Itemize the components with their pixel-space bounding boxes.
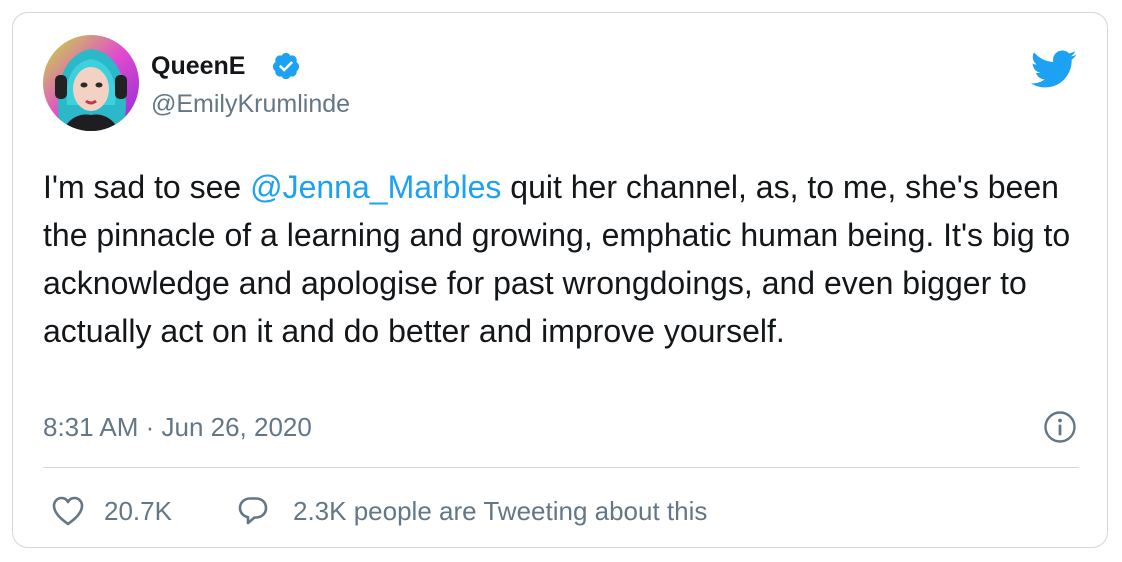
tweet-text-start: I'm sad to see [43, 169, 251, 205]
tweet-card[interactable]: QueenE @EmilyKrumlinde I'm sad to see @J… [12, 12, 1108, 548]
verified-badge-icon [272, 52, 300, 80]
like-count[interactable]: 20.7K [104, 495, 172, 527]
divider [43, 467, 1079, 468]
tweet-timestamp[interactable]: 8:31 AM · Jun 26, 2020 [43, 411, 312, 443]
conversation-link[interactable]: 2.3K people are Tweeting about this [293, 495, 707, 527]
info-icon[interactable] [1043, 410, 1077, 444]
avatar-image [43, 35, 139, 131]
tweet-text: I'm sad to see @Jenna_Marbles quit her c… [43, 163, 1093, 355]
twitter-bird-icon[interactable] [1029, 49, 1077, 89]
speech-bubble-icon[interactable] [237, 494, 269, 526]
mention-link[interactable]: @Jenna_Marbles [250, 169, 501, 205]
user-handle[interactable]: @EmilyKrumlinde [151, 89, 350, 119]
display-name[interactable]: QueenE [151, 51, 245, 81]
avatar[interactable] [43, 35, 139, 131]
heart-icon[interactable] [51, 495, 85, 527]
